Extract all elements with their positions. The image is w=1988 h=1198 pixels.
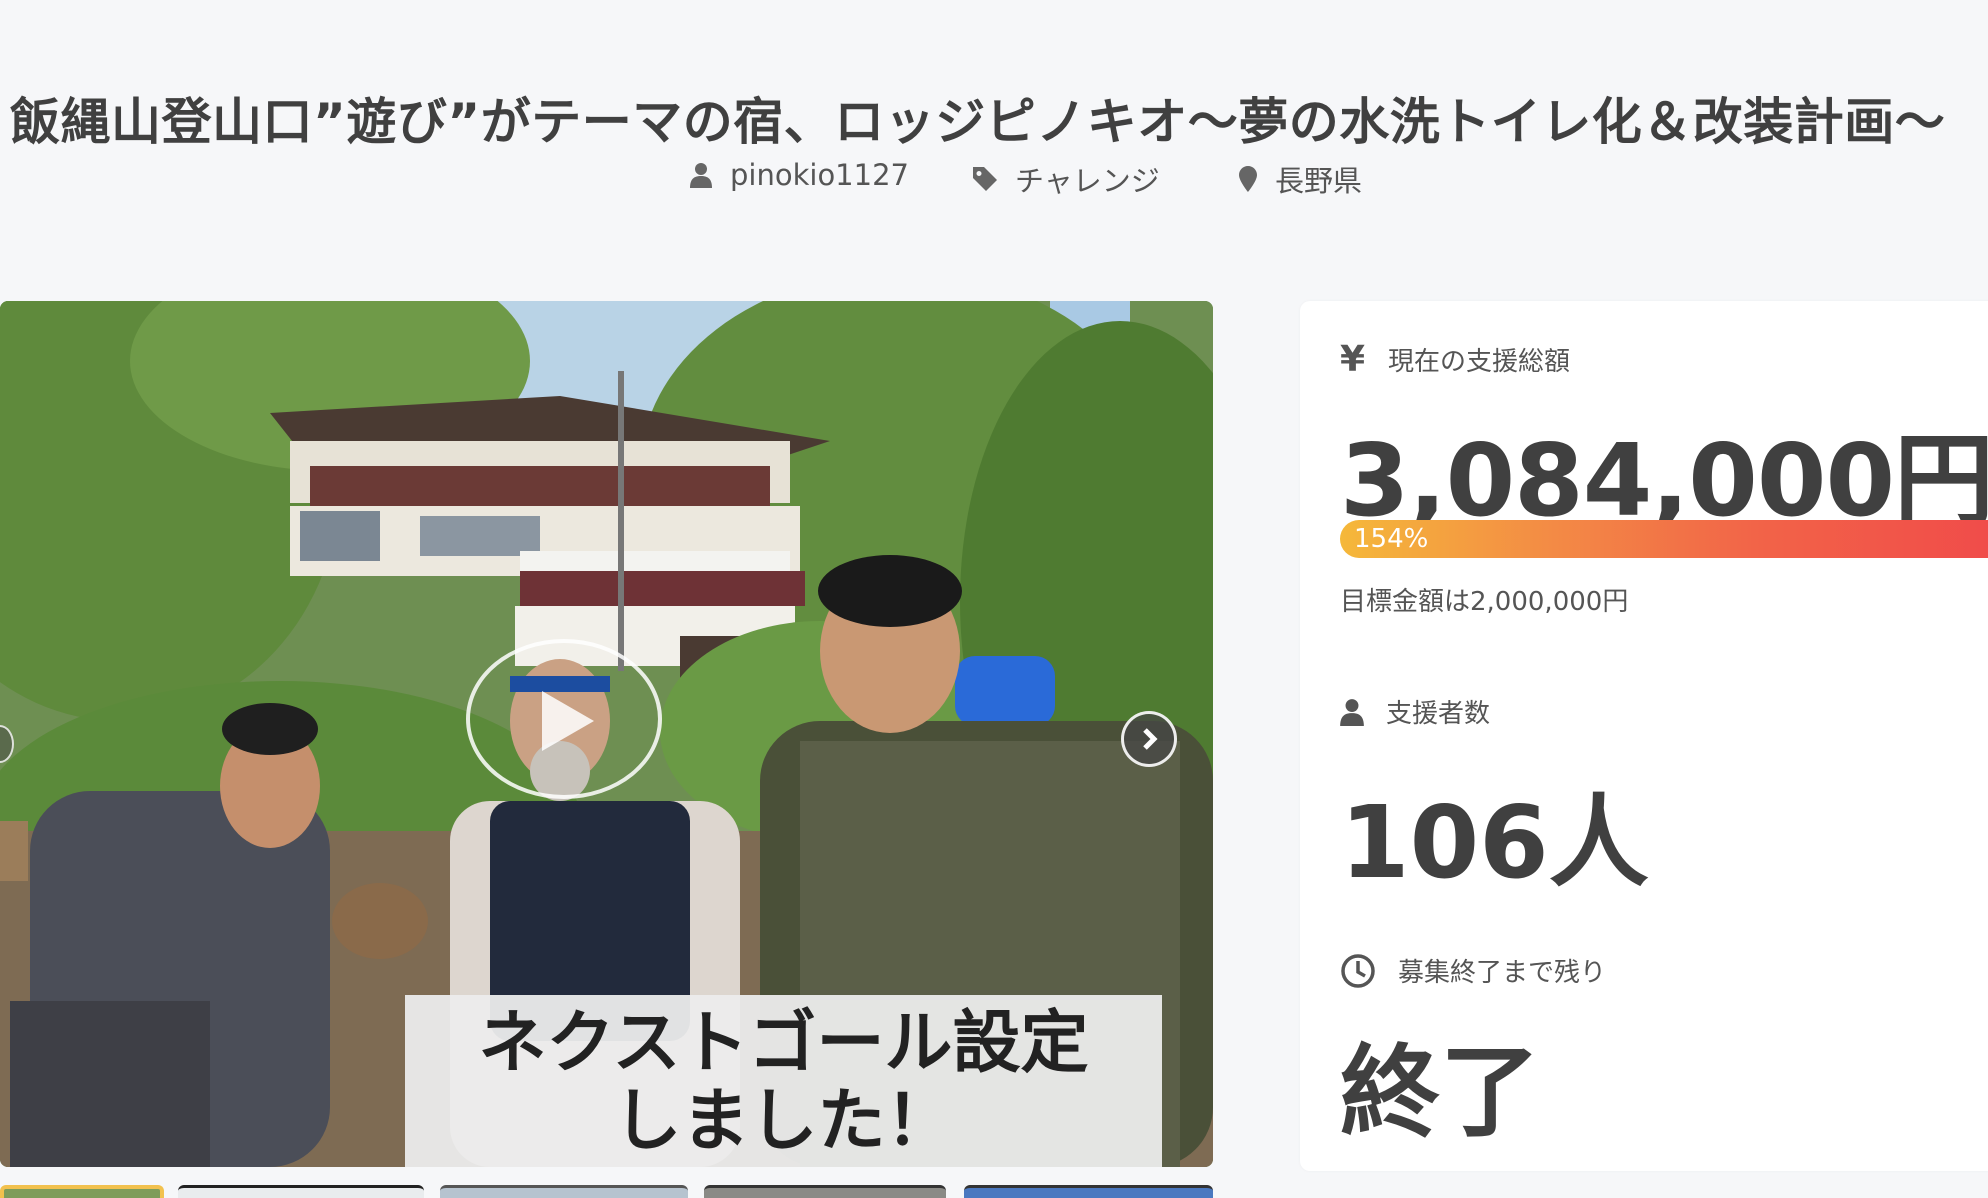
backers-count: 106人 [1340, 784, 1649, 901]
yen-icon: ¥ [1340, 339, 1366, 380]
backers-label: 支援者数 [1386, 699, 1491, 729]
thumbnail-strip [0, 1185, 1213, 1198]
project-title: 飯縄山登山口”遊び”がテーマの宿、ロッジピノキオ〜夢の水洗トイレ化＆改装計画〜 [10, 92, 1946, 151]
goal-amount: 目標金額は2,000,000円 [1340, 587, 1629, 617]
location-pin-icon [1239, 166, 1257, 192]
remaining-label: 募集終了まで残り [1398, 958, 1607, 988]
total-label: 現在の支援総額 [1388, 347, 1571, 377]
clock-icon [1341, 953, 1375, 988]
tag-icon [973, 167, 997, 191]
user-icon [1340, 698, 1364, 726]
thumbnail-5[interactable] [964, 1185, 1213, 1198]
caption-line-1: ネクストゴール設定 [478, 1004, 1089, 1083]
thumbnail-3[interactable] [440, 1185, 688, 1198]
owner-name: pinokio1127 [730, 158, 909, 192]
next-slide-button[interactable] [1121, 711, 1177, 767]
play-button[interactable] [466, 639, 662, 799]
total-label-row: ¥ 現在の支援総額 [1340, 339, 1570, 380]
thumbnail-2[interactable] [178, 1185, 424, 1198]
video-caption: ネクストゴール設定 しました！ [405, 995, 1162, 1167]
backers-label-row: 支援者数 [1340, 693, 1490, 730]
thumbnail-1[interactable] [0, 1185, 164, 1198]
thumbnail-4[interactable] [704, 1185, 946, 1198]
progress-bar: 154% [1340, 520, 1988, 558]
remaining-value: 終了 [1340, 1034, 1540, 1151]
location-link[interactable]: 長野県 [1239, 158, 1362, 200]
progress-percent: 154% [1354, 524, 1429, 554]
chevron-right-icon [1143, 728, 1158, 750]
project-video[interactable]: ネクストゴール設定 しました！ [0, 301, 1213, 1167]
user-icon [690, 163, 712, 188]
project-meta: pinokio1127 チャレンジ 長野県 [690, 158, 1490, 202]
remaining-label-row: 募集終了まで残り [1340, 952, 1606, 989]
location-name: 長野県 [1275, 164, 1363, 198]
category-link[interactable]: チャレンジ [973, 158, 1160, 200]
category-name: チャレンジ [1015, 164, 1160, 198]
funding-stats-panel: ¥ 現在の支援総額 3,084,000円 154% 目標金額は2,000,000… [1300, 301, 1988, 1171]
play-icon [542, 691, 594, 751]
owner-link[interactable]: pinokio1127 [690, 158, 909, 192]
caption-line-2: しました！ [613, 1082, 954, 1161]
